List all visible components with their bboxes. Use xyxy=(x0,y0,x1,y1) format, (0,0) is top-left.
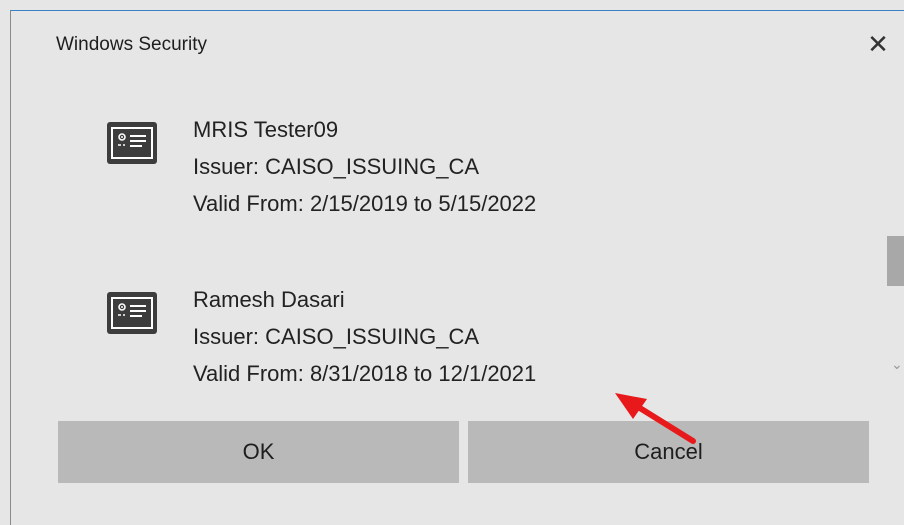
certificate-item-2[interactable]: Ramesh Dasari Issuer: CAISO_ISSUING_CA V… xyxy=(101,281,701,391)
certificate-issuer: Issuer: CAISO_ISSUING_CA xyxy=(193,324,480,349)
certificate-validity: Valid From: 8/31/2018 to 12/1/2021 xyxy=(193,361,537,386)
ok-button[interactable]: OK xyxy=(58,421,459,483)
certificate-name: MRIS Tester09 xyxy=(193,117,339,142)
certificate-validity: Valid From: 2/15/2019 to 5/15/2022 xyxy=(193,191,537,216)
certificate-name: Ramesh Dasari xyxy=(193,287,345,312)
chevron-down-icon[interactable]: ⌄ xyxy=(891,356,904,372)
certificate-issuer: Issuer: CAISO_ISSUING_CA xyxy=(193,154,480,179)
certificate-item-1[interactable]: MRIS Tester09 Issuer: CAISO_ISSUING_CA V… xyxy=(101,111,701,221)
certificate-icon xyxy=(107,292,157,334)
windows-security-dialog: Windows Security ✕ MRIS Tester09 Issuer:… xyxy=(10,10,904,525)
scrollbar-thumb[interactable] xyxy=(887,236,904,286)
red-arrow-annotation xyxy=(615,393,696,444)
dialog-title: Windows Security xyxy=(56,34,207,55)
certificate-icon xyxy=(107,122,157,164)
close-icon[interactable]: ✕ xyxy=(863,29,893,59)
